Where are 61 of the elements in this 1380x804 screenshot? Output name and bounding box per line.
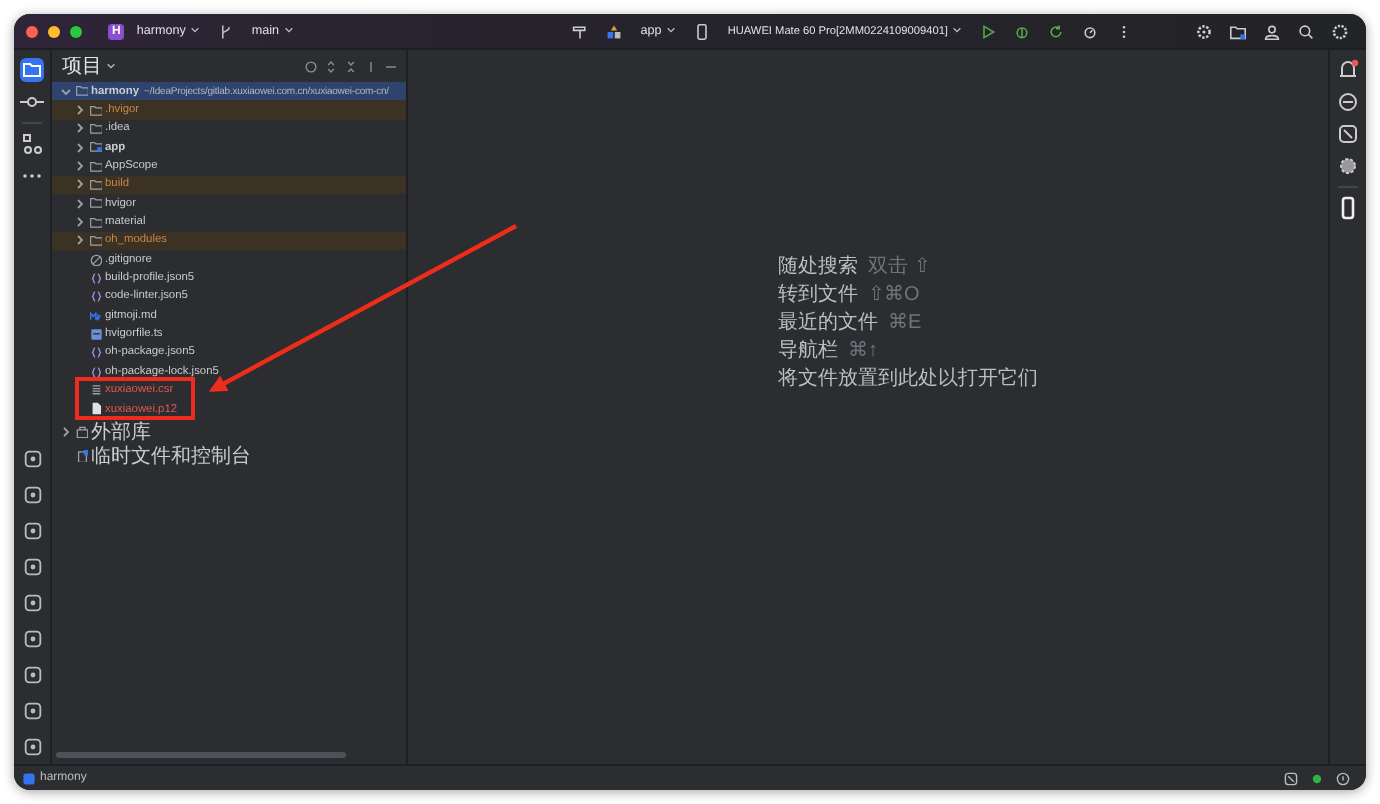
- shortcut-text: 双击 ⇧: [868, 258, 930, 278]
- collapse-icon[interactable]: [344, 59, 358, 73]
- module-icon[interactable]: [606, 23, 623, 39]
- search-icon[interactable]: [1298, 23, 1314, 39]
- hint-label: 转到文件: [778, 286, 858, 306]
- library-icon: [75, 425, 88, 439]
- document-icon: [89, 402, 102, 416]
- bell-icon[interactable]: [1336, 58, 1360, 82]
- caret-icon: [665, 26, 676, 35]
- chevron-icon[interactable]: [74, 178, 86, 191]
- script-file-icon: [89, 327, 102, 341]
- module-icon: [22, 771, 36, 785]
- structure-icon[interactable]: [20, 132, 44, 156]
- shortcut-text: ⌘E: [888, 314, 922, 334]
- hint-label: 将文件放置到此处以打开它们: [778, 370, 1038, 390]
- shortcut-text: ⌘↑: [848, 342, 878, 362]
- caret-icon: [283, 26, 293, 35]
- phone-icon[interactable]: [1336, 196, 1360, 220]
- status-dot-icon: [1310, 771, 1324, 785]
- folder-icon[interactable]: [1230, 23, 1246, 39]
- target-icon[interactable]: [304, 59, 318, 73]
- phone-icon: [693, 23, 710, 39]
- panel-title[interactable]: 项目: [62, 52, 116, 80]
- gear-icon[interactable]: [1196, 23, 1212, 39]
- settings-icon[interactable]: [1332, 23, 1348, 39]
- text-file-icon: [89, 383, 102, 397]
- caret-icon: [952, 26, 962, 35]
- chevron-icon[interactable]: [74, 122, 86, 135]
- markdown-icon: [89, 309, 102, 323]
- person-icon[interactable]: [1264, 23, 1280, 39]
- chevron-icon[interactable]: [74, 141, 86, 154]
- braces-icon: [89, 271, 102, 285]
- chevron-icon[interactable]: [74, 197, 86, 210]
- folder-icon[interactable]: [20, 58, 44, 82]
- chevron-icon[interactable]: [60, 425, 72, 438]
- scrollbar[interactable]: [56, 752, 346, 758]
- reload-icon[interactable]: [1048, 23, 1064, 39]
- braces-icon: [89, 365, 102, 379]
- expand-icon[interactable]: [324, 59, 338, 73]
- highlight-frame: [75, 377, 195, 420]
- shortcut-text: ⇧⌘O: [868, 286, 920, 306]
- branch-icon: [217, 23, 234, 39]
- ignore-icon: [89, 253, 102, 267]
- profiler-icon[interactable]: [1082, 23, 1098, 39]
- braces-icon: [89, 290, 102, 304]
- hint-label: 最近的文件: [778, 314, 878, 334]
- braces-icon: [89, 346, 102, 360]
- chevron-icon[interactable]: [74, 216, 86, 229]
- chevron-icon[interactable]: [60, 85, 72, 98]
- hint-label: 随处搜索: [778, 258, 858, 278]
- chevron-icon[interactable]: [74, 104, 86, 117]
- gear-icon[interactable]: [1336, 154, 1360, 178]
- tree-item[interactable]: 临时文件和控制台: [52, 442, 406, 467]
- tree-item[interactable]: 外部库: [52, 418, 406, 443]
- module-folder-icon: [89, 140, 102, 154]
- hint-label: 导航栏: [778, 342, 838, 362]
- chevron-icon[interactable]: [74, 234, 86, 247]
- info-icon[interactable]: [1336, 771, 1350, 785]
- caret-icon: [189, 26, 200, 35]
- chevron-icon[interactable]: [74, 160, 86, 173]
- caret-icon: [106, 62, 116, 71]
